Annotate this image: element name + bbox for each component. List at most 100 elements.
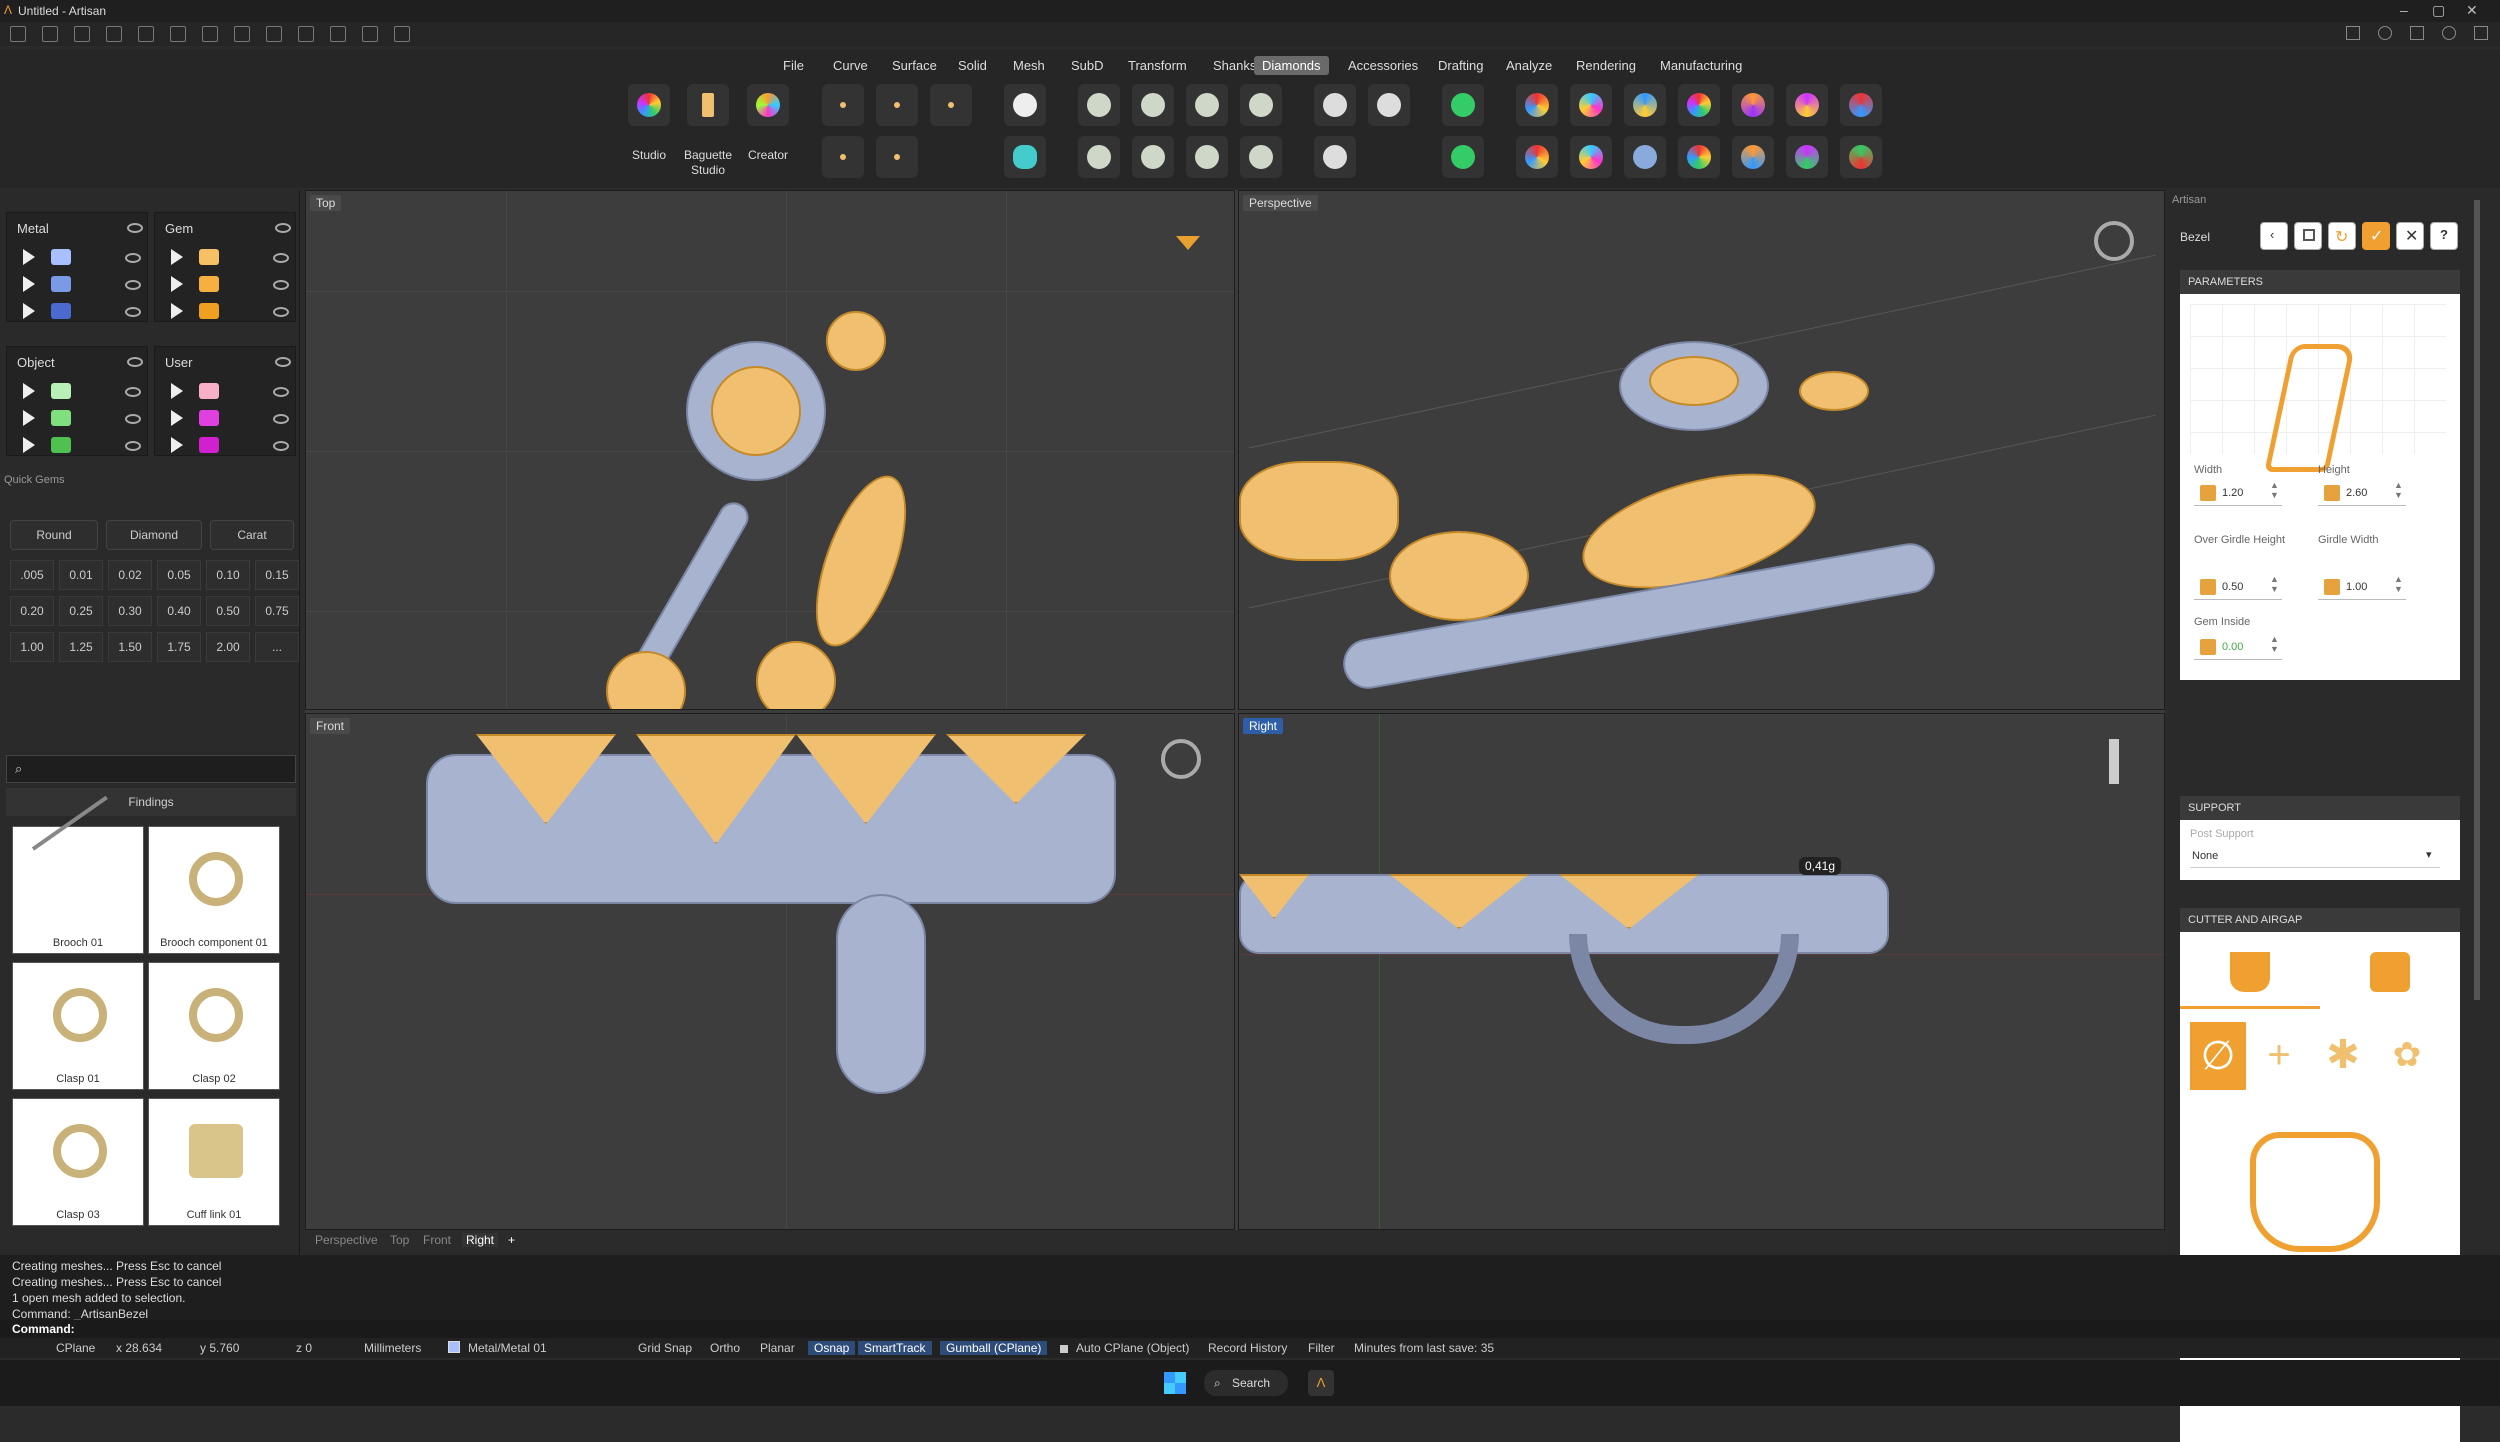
cabochon-tool[interactable] xyxy=(1004,136,1046,178)
eye-icon[interactable] xyxy=(125,414,141,424)
ring-navigator-icon[interactable] xyxy=(1161,739,1201,779)
carat-button[interactable]: Carat xyxy=(210,520,294,550)
accept-button[interactable]: ✓ xyxy=(2362,222,2390,250)
gem-export-tool[interactable] xyxy=(1840,136,1882,178)
menu-diamonds[interactable]: Diamonds xyxy=(1254,56,1329,75)
open-recent-icon[interactable] xyxy=(106,26,122,42)
play-icon[interactable] xyxy=(23,249,35,265)
metal-swatch-2[interactable] xyxy=(51,276,71,292)
stepper-icon[interactable]: ▲ ▼ xyxy=(2270,634,2279,654)
gem-color2-tool[interactable] xyxy=(1516,136,1558,178)
carat-size-cell[interactable]: 0.20 xyxy=(10,596,54,626)
grid-snap-toggle[interactable]: Grid Snap xyxy=(638,1341,692,1355)
gear-tool-icon[interactable] xyxy=(394,26,410,42)
eye-icon[interactable] xyxy=(273,253,289,263)
cluster-tool[interactable] xyxy=(1240,136,1282,178)
play-icon[interactable] xyxy=(23,303,35,319)
cplane-label[interactable]: CPlane xyxy=(56,1341,95,1355)
eye-icon[interactable] xyxy=(273,387,289,397)
units-label[interactable]: Millimeters xyxy=(364,1341,421,1355)
eye-icon[interactable] xyxy=(127,357,143,367)
gem-spectrum2-tool[interactable] xyxy=(1678,136,1720,178)
planar-toggle[interactable]: Planar xyxy=(760,1341,795,1355)
library-item[interactable]: Brooch component 01 xyxy=(148,826,280,954)
library-item[interactable]: Clasp 02 xyxy=(148,962,280,1090)
bezel-tool[interactable] xyxy=(1078,84,1120,126)
top-viewport[interactable]: Top xyxy=(305,190,1235,710)
pave-grid-tool[interactable] xyxy=(1368,84,1410,126)
play-icon[interactable] xyxy=(23,410,35,426)
user-swatch-2[interactable] xyxy=(199,410,219,426)
carat-size-cell[interactable]: 1.75 xyxy=(157,632,201,662)
save-icon[interactable] xyxy=(202,26,218,42)
tab-right[interactable]: Right xyxy=(462,1233,499,1247)
eye-icon[interactable] xyxy=(125,387,141,397)
carat-size-cell[interactable]: 0.15 xyxy=(255,560,299,590)
cutter2-tool[interactable] xyxy=(1442,136,1484,178)
front-viewport[interactable]: Front xyxy=(305,713,1235,1230)
cancel-button[interactable]: ✕ xyxy=(2396,222,2424,250)
gem-curve-tool[interactable] xyxy=(876,84,918,126)
library-item[interactable]: Cuff link 01 xyxy=(148,1098,280,1226)
object-swatch-2[interactable] xyxy=(51,410,71,426)
halo-tool[interactable] xyxy=(1186,84,1228,126)
add-tab-icon[interactable]: + xyxy=(508,1233,515,1247)
cutter-icon[interactable] xyxy=(2230,952,2270,992)
width-field[interactable]: 1.20 ▲ ▼ xyxy=(2194,480,2282,506)
play-icon[interactable] xyxy=(171,303,183,319)
perspective-viewport-title[interactable]: Perspective xyxy=(1243,195,1318,211)
menu-transform[interactable]: Transform xyxy=(1120,56,1195,75)
object-swatch-1[interactable] xyxy=(51,383,71,399)
play-icon[interactable] xyxy=(171,383,183,399)
height-field[interactable]: 2.60 ▲ ▼ xyxy=(2318,480,2406,506)
gem-cut-tool[interactable] xyxy=(1570,84,1612,126)
undo-icon[interactable] xyxy=(138,26,154,42)
parameters-header[interactable]: PARAMETERS xyxy=(2180,270,2460,294)
cutter-airgap-header[interactable]: CUTTER AND AIRGAP xyxy=(2180,908,2460,932)
gem-diagonal-tool[interactable] xyxy=(822,136,864,178)
play-icon[interactable] xyxy=(171,437,183,453)
snap-tool-icon[interactable] xyxy=(330,26,346,42)
airgap-icon[interactable] xyxy=(2370,952,2410,992)
over-girdle-field[interactable]: 0.50 ▲ ▼ xyxy=(2194,574,2282,600)
gem-swap-tool[interactable] xyxy=(1732,136,1774,178)
save-as-icon[interactable] xyxy=(234,26,250,42)
play-icon[interactable] xyxy=(23,276,35,292)
user-swatch-3[interactable] xyxy=(199,437,219,453)
new-template-icon[interactable] xyxy=(42,26,58,42)
open-folder-icon[interactable] xyxy=(74,26,90,42)
user-swatch-1[interactable] xyxy=(199,383,219,399)
gem-analyze-tool[interactable] xyxy=(1786,84,1828,126)
eye-icon[interactable] xyxy=(273,441,289,451)
osnap-toggle[interactable]: Osnap xyxy=(808,1341,856,1355)
windows-start-icon[interactable] xyxy=(1164,1372,1186,1394)
new-file-icon[interactable] xyxy=(10,26,26,42)
info-icon[interactable] xyxy=(2378,26,2392,40)
command-prompt[interactable]: Command: xyxy=(0,1320,2500,1338)
eye-icon[interactable] xyxy=(127,223,143,233)
carat-size-cell[interactable]: 1.00 xyxy=(10,632,54,662)
metal-swatch-3[interactable] xyxy=(51,303,71,319)
maximize-icon[interactable]: ▢ xyxy=(2432,2,2445,19)
gem-edit-tool[interactable] xyxy=(1732,84,1774,126)
eye-icon[interactable] xyxy=(275,223,291,233)
export-icon[interactable] xyxy=(266,26,282,42)
settings-icon[interactable] xyxy=(2474,26,2488,40)
carat-size-cell[interactable]: 0.02 xyxy=(108,560,152,590)
carat-size-cell[interactable]: 0.25 xyxy=(59,596,103,626)
gem-scatter-tool[interactable] xyxy=(1624,136,1666,178)
carat-size-cell[interactable]: 1.25 xyxy=(59,632,103,662)
eye-icon[interactable] xyxy=(273,307,289,317)
gem-inspect-tool[interactable] xyxy=(1786,136,1828,178)
minimize-icon[interactable]: – xyxy=(2400,2,2408,18)
front-viewport-title[interactable]: Front xyxy=(310,718,351,734)
menu-drafting[interactable]: Drafting xyxy=(1430,56,1492,75)
menu-subd[interactable]: SubD xyxy=(1063,56,1112,75)
prongs-tool[interactable] xyxy=(1240,84,1282,126)
pearl-tool[interactable] xyxy=(1004,84,1046,126)
cube-icon[interactable] xyxy=(2410,26,2424,40)
perspective-viewport[interactable]: Perspective xyxy=(1238,190,2165,710)
round-button[interactable]: Round xyxy=(10,520,98,550)
support-header[interactable]: SUPPORT xyxy=(2180,796,2460,820)
close-icon[interactable]: ✕ xyxy=(2466,2,2478,19)
